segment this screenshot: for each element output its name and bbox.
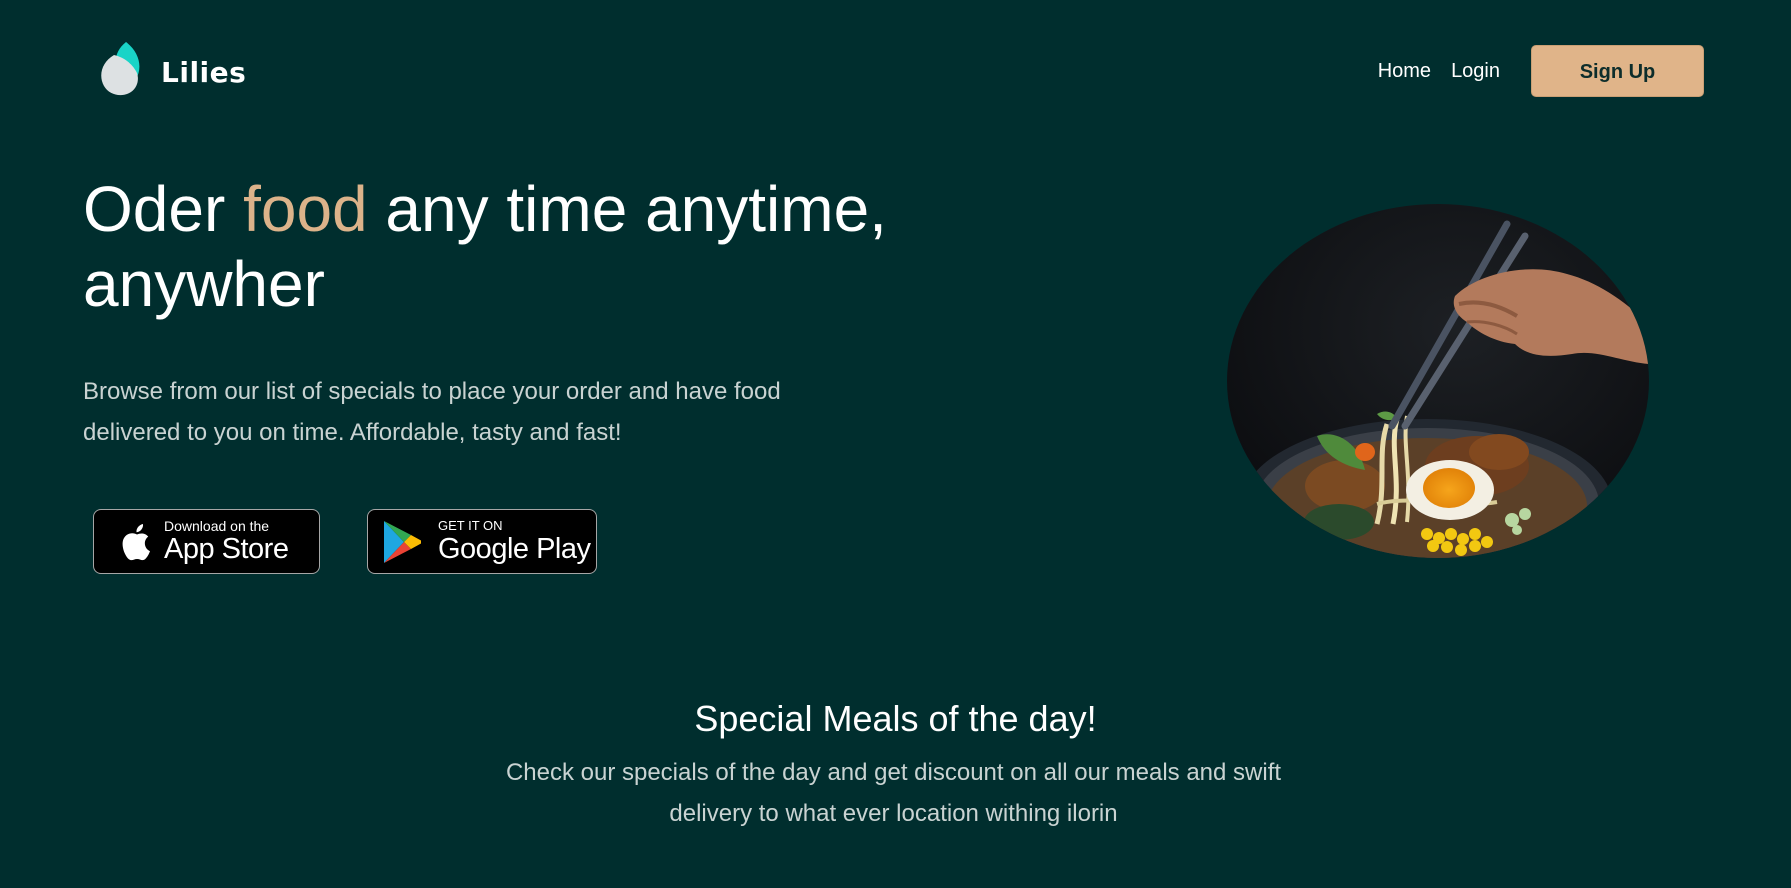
hero-title: Oder food any time anytime, anywher [83, 172, 903, 322]
brand-logo[interactable]: Lilies [97, 40, 246, 98]
app-store-big-label: App Store [164, 532, 289, 565]
app-store-text: Download on the App Store [164, 517, 289, 565]
food-bowl-image [1227, 204, 1649, 558]
specials-subtitle: Check our specials of the day and get di… [505, 759, 1282, 827]
hero-title-start: Oder [83, 173, 244, 245]
main-nav: Home Login Sign Up [1378, 45, 1704, 97]
hero-title-accent: food [243, 173, 368, 245]
hero-subtitle: Browse from our list of specials to plac… [83, 378, 781, 446]
google-play-small-label: GET IT ON [438, 517, 503, 533]
app-store-small-label: Download on the [164, 517, 270, 534]
app-store-button[interactable]: Download on the App Store [93, 509, 320, 574]
apple-icon [122, 523, 150, 560]
leaf-logo-icon [101, 42, 140, 96]
google-play-button[interactable]: GET IT ON Google Play [367, 509, 597, 574]
google-play-icon [384, 520, 421, 563]
brand-name: Lilies [161, 55, 247, 89]
nav-login-link[interactable]: Login [1451, 60, 1500, 83]
specials-title: Special Meals of the day! [694, 698, 1097, 739]
landing-page: Lilies Home Login Sign Up Oder food any … [0, 0, 1791, 888]
google-play-big-label: Google Play [438, 532, 591, 565]
google-play-text: GET IT ON Google Play [438, 517, 591, 565]
sign-up-button[interactable]: Sign Up [1531, 45, 1704, 97]
nav-home-link[interactable]: Home [1378, 60, 1431, 83]
ramen-bowl-illustration [1227, 204, 1649, 558]
